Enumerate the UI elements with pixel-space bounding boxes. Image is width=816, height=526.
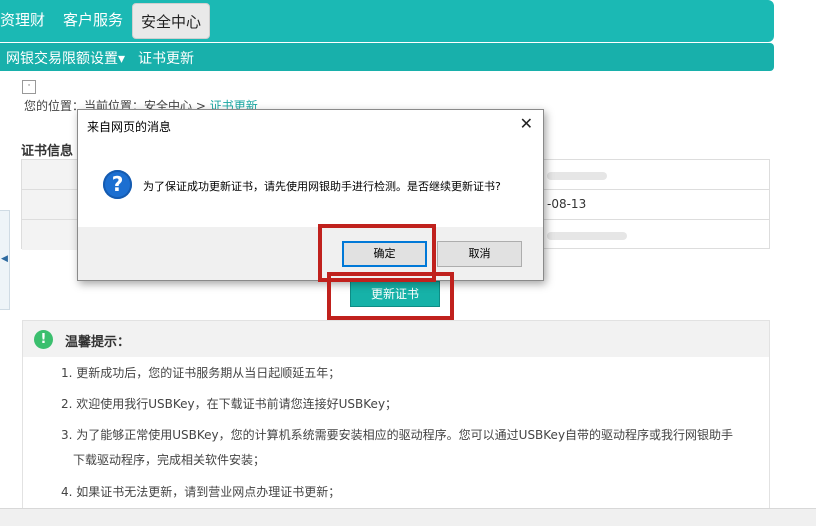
top-nav-bar: 资理财 客户服务 安全中心 [0,0,774,42]
small-checkbox[interactable]: · [22,80,36,94]
dialog-body: ? 为了保证成功更新证书，请先使用网银助手进行检测。是否继续更新证书? [78,140,543,227]
dialog-title: 来自网页的消息 [87,120,172,134]
arrow-left-icon: ◀ [1,254,8,264]
tips-panel: ! 温馨提示： 1. 更新成功后，您的证书服务期从当日起顺延五年； 2. 欢迎使… [22,320,770,510]
row-label-cell [22,160,83,189]
side-collapse-tab[interactable]: ◀ [0,210,10,310]
close-icon[interactable]: ✕ [520,114,533,133]
tip-item: 4. 如果证书无法更新，请到营业网点办理证书更新； [61,485,341,499]
cert-expiry-value: -08-13 [547,197,587,211]
highlight-box-update [327,272,454,320]
tab-customer-service[interactable]: 客户服务 [63,9,123,30]
tab-security-center[interactable]: 安全中心 [132,3,211,39]
tab-wealth[interactable]: 资理财 [0,9,45,30]
info-icon: ! [34,330,53,349]
tip-item: 3. 为了能够正常使用USBKey，您的计算机系统需要安装相应的驱动程序。您可以… [61,428,734,442]
tips-title: 温馨提示： [65,335,131,350]
subnav-item-limit-settings[interactable]: 网银交易限额设置▾ [6,48,125,68]
subnav-item-cert-update[interactable]: 证书更新 [138,48,194,68]
dialog-titlebar: 来自网页的消息 ✕ [78,110,543,140]
tip-item: 1. 更新成功后，您的证书服务期从当日起顺延五年； [61,366,341,380]
row-label-cell [22,220,83,250]
row-label-cell [22,190,83,219]
tip-item: 2. 欢迎使用我行USBKey，在下载证书前请您连接好USBKey； [61,397,398,411]
sub-nav-bar: 网银交易限额设置▾ 证书更新 [0,43,774,71]
question-icon: ? [103,170,132,199]
redacted-value [547,172,607,180]
tips-header: ! 温馨提示： [23,321,769,357]
tip-item-continued: 下载驱动程序，完成相关软件安装； [73,453,266,467]
cert-info-title: 证书信息 [21,144,74,159]
redacted-value [547,232,627,240]
confirm-dialog: 来自网页的消息 ✕ ? 为了保证成功更新证书，请先使用网银助手进行检测。是否继续… [77,109,544,281]
dialog-message: 为了保证成功更新证书，请先使用网银助手进行检测。是否继续更新证书? [143,180,501,193]
cancel-button[interactable]: 取消 [437,241,522,267]
bottom-scroll-bar[interactable] [0,508,816,526]
